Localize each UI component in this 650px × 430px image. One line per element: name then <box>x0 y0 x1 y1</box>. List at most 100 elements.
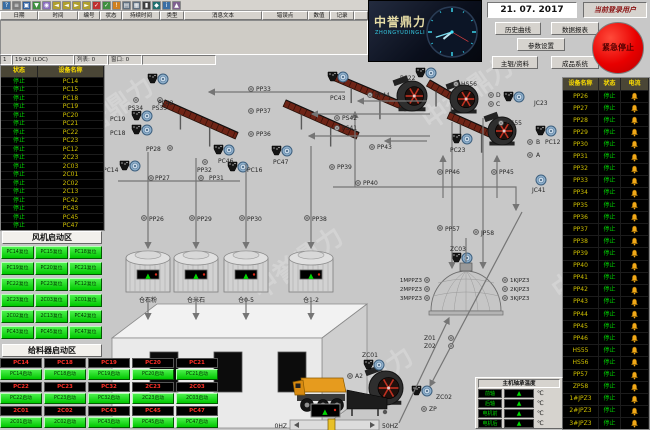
header-button-0[interactable]: 历史曲线 <box>495 22 541 35</box>
feeder-start-button[interactable]: PC47启动 <box>176 417 218 428</box>
first-icon[interactable]: ◄ <box>52 1 61 10</box>
frequency-slider[interactable] <box>290 419 379 430</box>
hopper-icon[interactable] <box>132 111 141 120</box>
device-row[interactable]: 停止PC23 <box>1 137 104 146</box>
silo[interactable]: ▲ <box>126 251 170 292</box>
feeder-start-button[interactable]: PC20启动 <box>132 369 174 380</box>
device-row[interactable]: 停止2C03 <box>1 162 104 171</box>
device-row[interactable]: PP39停止 <box>563 247 649 259</box>
device-row[interactable]: 停止PC19 <box>1 103 104 112</box>
hopper-fan-unit[interactable] <box>120 161 140 171</box>
device-row[interactable]: PP46停止 <box>563 332 649 344</box>
device-row[interactable]: 停止PC20 <box>1 111 104 120</box>
device-row[interactable]: 停止PC45 <box>1 213 104 222</box>
hopper-icon[interactable] <box>452 134 461 143</box>
fan-reset-button[interactable]: PC20复位 <box>35 262 68 275</box>
hopper-icon[interactable] <box>452 253 461 262</box>
feeder-start-button[interactable]: PC19启动 <box>88 369 130 380</box>
device-row[interactable]: HS56停止 <box>563 356 649 368</box>
hopper-fan-unit[interactable] <box>452 134 472 144</box>
bell-icon[interactable]: ! <box>112 1 121 10</box>
lock-icon[interactable]: ◆ <box>152 1 161 10</box>
hopper-fan-unit[interactable] <box>452 253 472 263</box>
hopper-icon[interactable] <box>504 92 513 101</box>
feeder-start-button[interactable]: 2C03启动 <box>176 393 218 404</box>
slider-handle[interactable] <box>328 419 335 430</box>
feeder-start-button[interactable]: PC22启动 <box>0 393 42 404</box>
feeder-start-button[interactable]: 2C02启动 <box>44 417 86 428</box>
feeder-start-button[interactable]: PC43启动 <box>88 417 130 428</box>
crusher[interactable] <box>484 112 516 146</box>
device-row[interactable]: 停止2C23 <box>1 154 104 163</box>
filter-icon[interactable]: ▼ <box>32 1 41 10</box>
feeder-start-button[interactable]: PC21启动 <box>176 369 218 380</box>
device-row[interactable]: PP45停止 <box>563 320 649 332</box>
fan-reset-button[interactable]: PC47复位 <box>69 326 102 339</box>
silo[interactable]: ▲ <box>289 251 333 292</box>
device-row[interactable]: PP42停止 <box>563 284 649 296</box>
list-icon[interactable]: ≡ <box>12 1 21 10</box>
device-row[interactable]: PP37停止 <box>563 223 649 235</box>
device-row[interactable]: PP38停止 <box>563 235 649 247</box>
header-button-1[interactable]: 数据报表 <box>551 22 599 35</box>
device-row[interactable]: 停止PC12 <box>1 145 104 154</box>
header-button-3[interactable]: 主辊/资料 <box>492 56 538 69</box>
device-row[interactable]: 1#JPZ3停止 <box>563 393 649 405</box>
fan-reset-button[interactable]: 2C23复位 <box>1 294 34 307</box>
ack-icon[interactable]: ✓ <box>92 1 101 10</box>
feeder-start-button[interactable]: PC14启动 <box>0 369 42 380</box>
fan-reset-button[interactable]: PC21复位 <box>69 262 102 275</box>
fan-reset-button[interactable]: PC18复位 <box>69 246 102 259</box>
device-row[interactable]: PP30停止 <box>563 138 649 150</box>
device-row[interactable]: PP33停止 <box>563 175 649 187</box>
device-row[interactable]: PP36停止 <box>563 211 649 223</box>
hopper-icon[interactable] <box>272 146 281 155</box>
fan-reset-button[interactable]: 2C13复位 <box>35 310 68 323</box>
device-row[interactable]: 3#JPZ3停止 <box>563 417 649 429</box>
device-row[interactable]: PP32停止 <box>563 163 649 175</box>
device-row[interactable]: PP43停止 <box>563 296 649 308</box>
hopper-fan-unit[interactable] <box>132 125 152 135</box>
fan-unit[interactable] <box>536 175 546 185</box>
device-row[interactable]: 停止PC43 <box>1 205 104 214</box>
export-icon[interactable]: ▦ <box>132 1 141 10</box>
hopper-fan-unit[interactable] <box>214 145 234 155</box>
help-icon[interactable]: ? <box>2 1 11 10</box>
print-icon[interactable]: ▤ <box>122 1 131 10</box>
hopper-fan-unit[interactable] <box>412 386 432 396</box>
device-row[interactable]: 停止2C02 <box>1 179 104 188</box>
hopper-icon[interactable] <box>214 145 223 154</box>
fan-reset-button[interactable]: PC22复位 <box>1 278 34 291</box>
hopper-fan-unit[interactable] <box>504 92 524 102</box>
device-row[interactable]: PP34停止 <box>563 187 649 199</box>
fan-reset-button[interactable]: 2C01复位 <box>69 294 102 307</box>
header-button-4[interactable]: 成品系统 <box>551 56 599 69</box>
feeder-start-button[interactable]: 2C01启动 <box>0 417 42 428</box>
feeder-start-button[interactable]: 2C23启动 <box>132 393 174 404</box>
ack-all-icon[interactable]: ✓ <box>102 1 111 10</box>
feeder-start-button[interactable]: PC18启动 <box>44 369 86 380</box>
feeder-start-button[interactable]: PC23启动 <box>44 393 86 404</box>
hopper-icon[interactable] <box>536 126 545 135</box>
prev-icon[interactable]: ◄ <box>62 1 71 10</box>
device-row[interactable]: 停止2C13 <box>1 188 104 197</box>
hopper-fan-unit[interactable] <box>132 111 152 121</box>
device-row[interactable]: PP35停止 <box>563 199 649 211</box>
device-row[interactable]: HS55停止 <box>563 344 649 356</box>
device-row[interactable]: 2#JPZ3停止 <box>563 405 649 417</box>
device-row[interactable]: PP29停止 <box>563 126 649 138</box>
device-row[interactable]: PP41停止 <box>563 272 649 284</box>
device-row[interactable]: PP27停止 <box>563 102 649 114</box>
save-icon[interactable]: ▣ <box>22 1 31 10</box>
device-row[interactable]: PP26停止 <box>563 90 649 102</box>
emergency-stop-button[interactable]: 紧急停止 <box>592 22 644 74</box>
device-row[interactable]: 停止PC18 <box>1 94 104 103</box>
hopper-icon[interactable] <box>120 161 129 170</box>
header-button-2[interactable]: 参数设置 <box>517 38 565 51</box>
hopper-icon[interactable] <box>148 74 157 83</box>
fan-reset-button[interactable]: 2C02复位 <box>1 310 34 323</box>
device-row[interactable]: PP31停止 <box>563 151 649 163</box>
fan-reset-button[interactable]: PC45复位 <box>35 326 68 339</box>
silo[interactable]: ▲ <box>174 251 218 292</box>
device-row[interactable]: 停止PC42 <box>1 196 104 205</box>
